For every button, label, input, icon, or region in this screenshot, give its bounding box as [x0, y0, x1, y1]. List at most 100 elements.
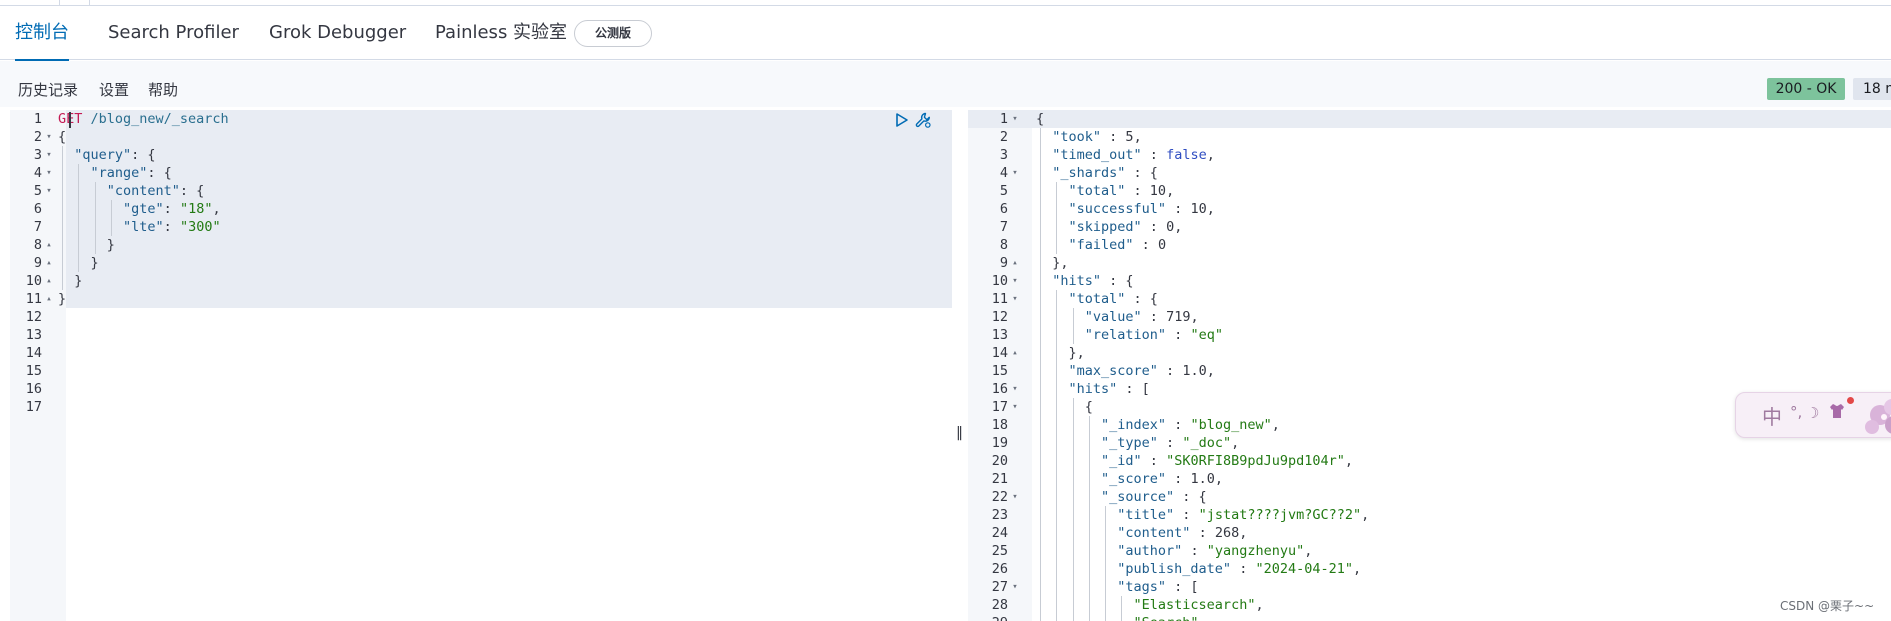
code-line: 9 ▴ } — [10, 254, 952, 272]
code-token: "total" — [1036, 291, 1126, 307]
code-token: , — [1206, 363, 1215, 379]
tab-search-profiler[interactable]: Search Profiler — [108, 6, 239, 60]
fold-open-icon[interactable]: ▾ — [1010, 578, 1020, 596]
code-text: "max_score" : 1.0, — [1036, 362, 1215, 380]
line-number: 2 — [33, 129, 42, 145]
line-number: 4 — [999, 165, 1008, 181]
fold-open-icon[interactable]: ▾ — [1010, 380, 1020, 398]
line-number: 7 — [33, 219, 42, 235]
code-text: "content": { — [58, 182, 205, 200]
code-token: 719 — [1166, 309, 1191, 325]
wrench-icon[interactable] — [914, 111, 932, 129]
line-number: 20 — [991, 453, 1008, 469]
code-token: "SK0RFI8B9pdJu9pd104r" — [1166, 453, 1345, 469]
code-text: "title" : "jstat????jvm?GC??2", — [1036, 506, 1369, 524]
fold-close-icon[interactable]: ▴ — [1010, 254, 1020, 272]
settings-link[interactable]: 设置 — [99, 79, 129, 100]
code-token: 5 — [1125, 129, 1134, 145]
drag-handle-icon[interactable]: ‖ — [956, 425, 963, 441]
fold-open-icon[interactable]: ▾ — [44, 146, 54, 164]
code-token: "tags" — [1036, 579, 1167, 595]
fold-open-icon[interactable]: ▾ — [44, 128, 54, 146]
tab-painless-lab[interactable]: Painless 实验室 — [435, 6, 567, 60]
ime-toolbar[interactable]: 中 °, ☽ — [1735, 392, 1891, 438]
code-line: 2 ▾{ — [10, 128, 952, 146]
code-token: , — [1166, 183, 1175, 199]
code-token: "hits" — [1036, 381, 1118, 397]
code-token: "author" — [1036, 543, 1183, 559]
code-token: "_shards" — [1036, 165, 1126, 181]
line-number: 9 — [33, 255, 42, 271]
code-token: }, — [1036, 345, 1085, 361]
code-text: "Elasticsearch", — [1036, 596, 1264, 614]
history-link[interactable]: 历史记录 — [18, 79, 78, 100]
code-token: , — [1271, 417, 1280, 433]
code-token: , — [1206, 147, 1215, 163]
code-token: , — [1214, 471, 1223, 487]
line-number: 21 — [991, 471, 1008, 487]
code-text: "query": { — [58, 146, 155, 164]
code-text: GET /blog_new/_search — [58, 110, 229, 128]
fold-close-icon[interactable]: ▴ — [44, 254, 54, 272]
fold-open-icon[interactable]: ▾ — [1010, 290, 1020, 308]
play-icon[interactable] — [894, 111, 910, 129]
shirt-icon[interactable] — [1828, 402, 1846, 420]
line-number: 8 — [999, 237, 1008, 253]
code-text: "total" : 10, — [1036, 182, 1175, 200]
code-line: 28 "Elasticsearch", — [968, 596, 1891, 614]
code-token: "took" — [1036, 129, 1102, 145]
code-token: "content" — [1036, 525, 1191, 541]
code-token: "timed_out" — [1036, 147, 1142, 163]
code-text: "took" : 5, — [1036, 128, 1141, 146]
code-text: }, — [1036, 344, 1085, 362]
ime-language-toggle[interactable]: 中 — [1762, 401, 1782, 430]
code-line: 10 ▴ } — [10, 272, 952, 290]
fold-close-icon[interactable]: ▴ — [44, 290, 54, 308]
fold-open-icon[interactable]: ▾ — [1010, 398, 1020, 416]
code-token: : — [1231, 561, 1256, 577]
line-number: 4 — [33, 165, 42, 181]
fold-open-icon[interactable]: ▾ — [44, 182, 54, 200]
fold-open-icon[interactable]: ▾ — [1010, 488, 1020, 506]
request-editor[interactable]: 1GET /blog_new/_search2▾{3▾ "query": {4▾… — [10, 110, 952, 621]
line-number: 3 — [999, 147, 1008, 163]
fold-open-icon[interactable]: ▾ — [1010, 164, 1020, 182]
code-line: 5 ▾ "content": { — [10, 182, 952, 200]
pane-resizer[interactable]: ‖ — [952, 110, 968, 621]
code-token: : [ — [1166, 579, 1199, 595]
code-token: "total" — [1036, 183, 1126, 199]
code-token: "publish_date" — [1036, 561, 1232, 577]
line-number: 25 — [991, 543, 1008, 559]
code-token: : — [1141, 453, 1167, 469]
code-token: "Elasticsearch" — [1036, 597, 1256, 613]
code-token: } — [58, 291, 67, 307]
fold-close-icon[interactable]: ▴ — [44, 236, 54, 254]
code-token: : — [1166, 327, 1191, 343]
code-token: : { — [179, 183, 205, 199]
help-link[interactable]: 帮助 — [148, 79, 178, 100]
code-token: { — [1036, 111, 1045, 127]
fold-close-icon[interactable]: ▴ — [1010, 344, 1020, 362]
fold-open-icon[interactable]: ▾ — [44, 164, 54, 182]
code-text: } — [58, 236, 115, 254]
request-actions — [894, 111, 934, 129]
code-text: "content" : 268, — [1036, 524, 1247, 542]
code-token: , — [1190, 309, 1199, 325]
line-number: 12 — [25, 309, 42, 325]
code-line: 8 ▴ } — [10, 236, 952, 254]
fold-open-icon[interactable]: ▾ — [1010, 272, 1020, 290]
code-line: 6 "gte": "18", — [10, 200, 952, 218]
beta-badge: 公测版 — [574, 20, 652, 47]
fold-close-icon[interactable]: ▴ — [44, 272, 54, 290]
response-viewer[interactable]: 1 ▾{2 "took" : 5, 3 "timed_out" : false, 4 ▾… — [968, 110, 1891, 621]
fold-open-icon[interactable]: ▾ — [1010, 110, 1020, 128]
dev-tools-tabs: 控制台 Search Profiler Grok Debugger Painle… — [0, 6, 1891, 61]
code-token: "query" — [58, 147, 132, 163]
line-number: 14 — [25, 345, 42, 361]
ime-punctuation-toggle[interactable]: °, — [1790, 403, 1802, 421]
code-line: 3 ▾ "query": { — [10, 146, 952, 164]
tab-console[interactable]: 控制台 — [15, 6, 69, 61]
line-number: 11 — [991, 291, 1008, 307]
moon-icon[interactable]: ☽ — [1806, 404, 1819, 422]
tab-grok-debugger[interactable]: Grok Debugger — [269, 6, 406, 60]
